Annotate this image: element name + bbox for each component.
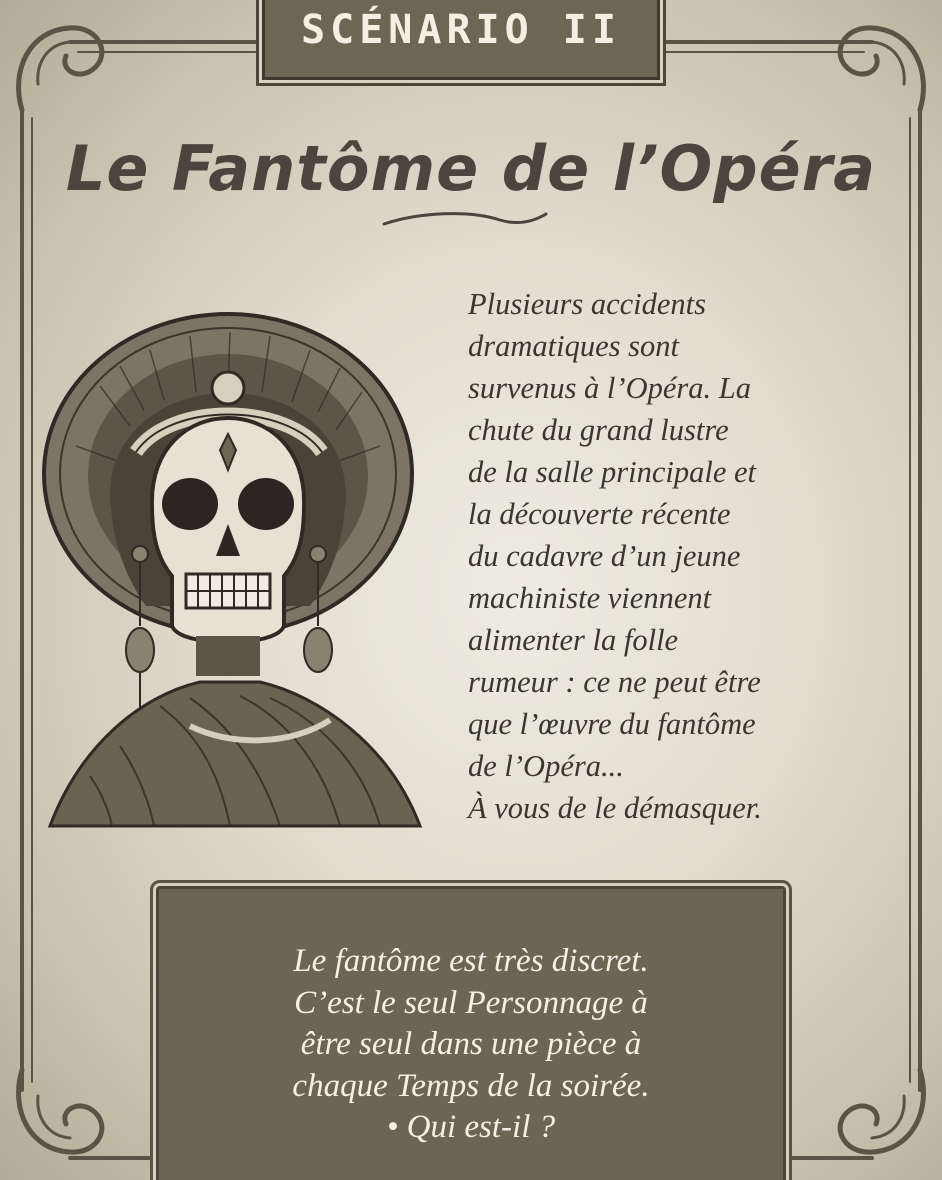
card-title: Le Fantôme de l’Opéra <box>65 132 877 205</box>
scenario-label: SCÉNARIO II <box>301 7 621 53</box>
story-text: Plusieurs accidents dramatiques sont sur… <box>468 287 762 825</box>
hint-panel: Le fantôme est très discret. C’est le se… <box>156 886 786 1180</box>
hint-text: Le fantôme est très discret. C’est le se… <box>292 943 650 1145</box>
title-swash <box>382 212 548 226</box>
corner-flourish-bottom-left <box>16 1067 105 1155</box>
skull-lady-portrait-icon <box>42 312 423 828</box>
corner-flourish-bottom-right <box>837 1067 926 1155</box>
scenario-tab: SCÉNARIO II <box>262 0 660 80</box>
scenario-card: SCÉNARIO II Le Fantôme de l’Opéra Plusie… <box>0 0 942 1180</box>
